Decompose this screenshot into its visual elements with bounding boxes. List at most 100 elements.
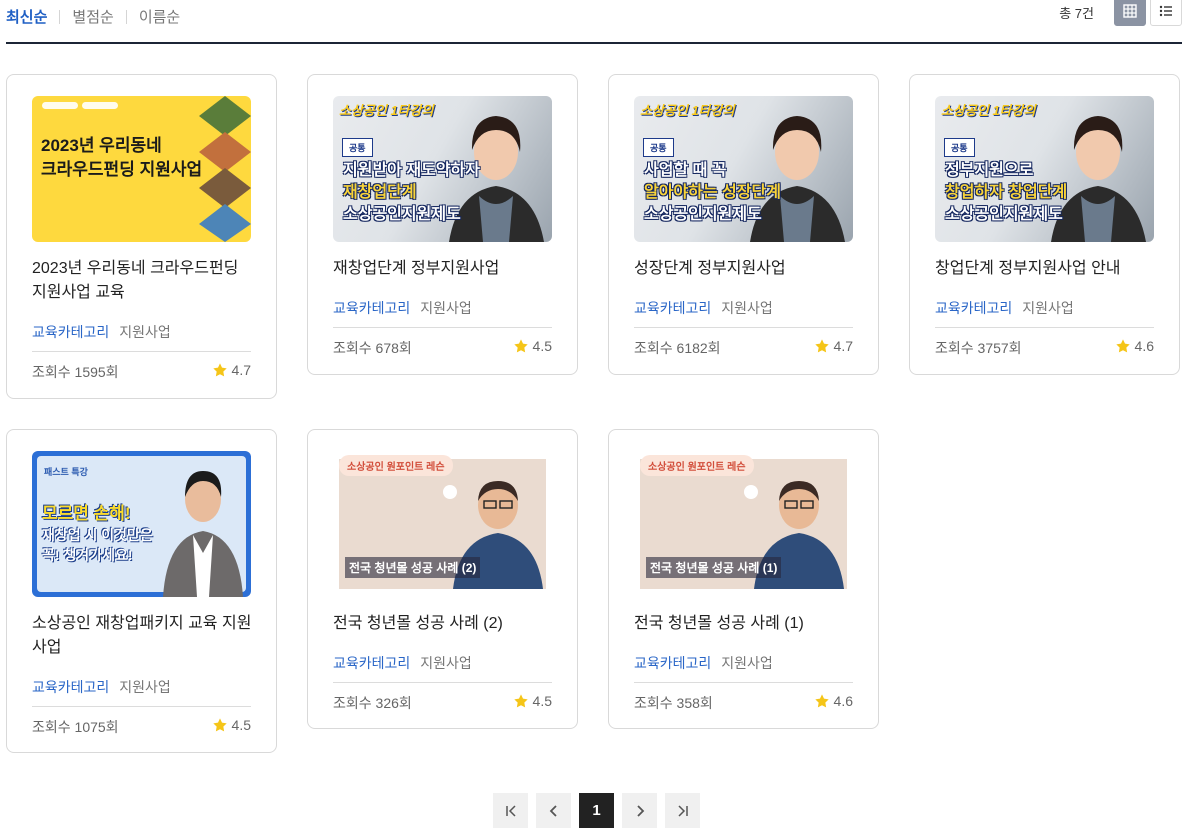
course-thumbnail[interactable]: 2023년 우리동네 크라우드펀딩 지원사업 bbox=[32, 96, 251, 242]
course-category: 교육카테고리 지원사업 bbox=[32, 677, 171, 697]
sort-tab-latest[interactable]: 최신순 bbox=[6, 6, 47, 27]
thumbnail-text: 재창업 시 이것만은 꼭! 챙겨가세요! bbox=[42, 527, 153, 563]
course-title[interactable]: 재창업단계 정부지원사업 bbox=[333, 257, 558, 281]
course-card[interactable]: 소상공인 1타강의 공통 정부지원으로 창업하자 창업단계 소상공인지원제도 창… bbox=[909, 74, 1180, 375]
category-label[interactable]: 교육카테고리 bbox=[333, 298, 410, 318]
thumbnail-brand: 소상공인 1타강의 bbox=[941, 103, 1036, 118]
course-category: 교육카테고리 지원사업 bbox=[333, 298, 472, 318]
course-card[interactable]: 소상공인 원포인트 레슨 전국 청년몰 성공 사례 (2) 전국 청년몰 성공 … bbox=[307, 429, 578, 729]
thumbnail-text: 정부지원으로 창업하자 창업단계 소상공인지원제도 bbox=[945, 162, 1068, 223]
course-title[interactable]: 창업단계 정부지원사업 안내 bbox=[935, 257, 1160, 281]
thumbnail-headline: 모르면 손해! bbox=[42, 504, 131, 523]
subcategory-label: 지원사업 bbox=[721, 655, 773, 671]
rating-value: 4.5 bbox=[231, 717, 251, 733]
last-page-icon bbox=[677, 804, 688, 817]
divider bbox=[333, 682, 552, 683]
view-count: 조회수 3757회 bbox=[935, 340, 1022, 356]
divider bbox=[634, 682, 853, 683]
list-toolbar: 최신순 별점순 이름순 총 7건 bbox=[6, 0, 1182, 44]
thumbnail-text: 지원받아 재도약하자 재창업단계 소상공인지원제도 bbox=[343, 162, 480, 223]
list-view-icon bbox=[1159, 5, 1172, 17]
divider bbox=[32, 351, 251, 352]
thumbnail-text: 2023년 우리동네 크라우드펀딩 지원사업 bbox=[41, 136, 203, 179]
course-title[interactable]: 성장단계 정부지원사업 bbox=[634, 257, 859, 281]
star-icon bbox=[513, 339, 528, 353]
course-card[interactable]: 패스트 특강 모르면 손해! 재창업 시 이것만은 꼭! 챙겨가세요! 소상공인… bbox=[6, 429, 277, 753]
star-icon bbox=[212, 363, 227, 377]
star-icon bbox=[212, 718, 227, 732]
course-card[interactable]: 2023년 우리동네 크라우드펀딩 지원사업 2023년 우리동네 크라우드펀딩… bbox=[6, 74, 277, 399]
sort-tab-rating[interactable]: 별점순 bbox=[72, 6, 113, 27]
rating-value: 4.5 bbox=[532, 693, 552, 709]
course-card[interactable]: 소상공인 원포인트 레슨 전국 청년몰 성공 사례 (1) 전국 청년몰 성공 … bbox=[608, 429, 879, 729]
thumbnail-brand: 소상공인 1타강의 bbox=[339, 103, 434, 118]
course-category: 교육카테고리 지원사업 bbox=[634, 298, 773, 318]
next-page-button[interactable] bbox=[622, 793, 657, 828]
rating-value: 4.6 bbox=[1134, 338, 1154, 354]
divider bbox=[125, 9, 127, 24]
list-view-button[interactable] bbox=[1150, 0, 1182, 26]
course-thumbnail[interactable]: 소상공인 원포인트 레슨 전국 청년몰 성공 사례 (1) bbox=[634, 451, 853, 597]
view-count: 조회수 1595회 bbox=[32, 364, 119, 380]
course-thumbnail[interactable]: 소상공인 1타강의 공통 정부지원으로 창업하자 창업단계 소상공인지원제도 bbox=[935, 96, 1154, 242]
course-card[interactable]: 소상공인 1타강의 공통 지원받아 재도약하자 재창업단계 소상공인지원제도 재… bbox=[307, 74, 578, 375]
rating: 4.7 bbox=[814, 338, 853, 354]
rating-value: 4.5 bbox=[532, 338, 552, 354]
pagination: 1 bbox=[493, 793, 700, 828]
category-label[interactable]: 교육카테고리 bbox=[634, 298, 711, 318]
divider bbox=[32, 706, 251, 707]
divider bbox=[59, 9, 61, 24]
category-label[interactable]: 교육카테고리 bbox=[634, 653, 711, 673]
view-count: 조회수 1075회 bbox=[32, 719, 119, 735]
collage-graphic bbox=[199, 96, 251, 242]
subcategory-label: 지원사업 bbox=[721, 300, 773, 316]
star-icon bbox=[814, 694, 829, 708]
thumbnail-text: 사업할 때 꼭 알아야하는 성장단계 소상공인지원제도 bbox=[644, 162, 781, 223]
last-page-button[interactable] bbox=[665, 793, 700, 828]
grid-view-icon bbox=[1123, 4, 1137, 18]
sponsor-logos bbox=[42, 102, 118, 109]
thumbnail-tag: 공통 bbox=[342, 138, 373, 157]
rating-value: 4.7 bbox=[231, 362, 251, 378]
star-icon bbox=[814, 339, 829, 353]
rating: 4.7 bbox=[212, 362, 251, 378]
prev-page-icon bbox=[549, 804, 557, 817]
sort-tabs: 최신순 별점순 이름순 bbox=[6, 6, 180, 27]
course-title[interactable]: 전국 청년몰 성공 사례 (2) bbox=[333, 612, 558, 636]
first-page-icon bbox=[505, 804, 516, 817]
course-card[interactable]: 소상공인 1타강의 공통 사업할 때 꼭 알아야하는 성장단계 소상공인지원제도… bbox=[608, 74, 879, 375]
category-label[interactable]: 교육카테고리 bbox=[333, 653, 410, 673]
divider bbox=[935, 327, 1154, 328]
grid-view-button[interactable] bbox=[1114, 0, 1146, 26]
rating: 4.6 bbox=[1115, 338, 1154, 354]
rating: 4.5 bbox=[513, 338, 552, 354]
category-label[interactable]: 교육카테고리 bbox=[935, 298, 1012, 318]
course-title[interactable]: 2023년 우리동네 크라우드펀딩 지원사업 교육 bbox=[32, 257, 257, 305]
thumbnail-text: 전국 청년몰 성공 사례 (1) bbox=[646, 557, 782, 578]
course-thumbnail[interactable]: 소상공인 원포인트 레슨 전국 청년몰 성공 사례 (2) bbox=[333, 451, 552, 597]
thumbnail-brand: 패스트 특강 bbox=[44, 467, 88, 477]
rating-value: 4.7 bbox=[833, 338, 853, 354]
course-category: 교육카테고리 지원사업 bbox=[32, 322, 171, 342]
rating-value: 4.6 bbox=[833, 693, 853, 709]
subcategory-label: 지원사업 bbox=[1022, 300, 1074, 316]
star-icon bbox=[1115, 339, 1130, 353]
divider bbox=[634, 327, 853, 328]
thumbnail-text: 전국 청년몰 성공 사례 (2) bbox=[345, 557, 481, 578]
course-title[interactable]: 전국 청년몰 성공 사례 (1) bbox=[634, 612, 859, 636]
star-icon bbox=[513, 694, 528, 708]
course-title[interactable]: 소상공인 재창업패키지 교육 지원사업 bbox=[32, 612, 257, 660]
page-number[interactable]: 1 bbox=[579, 793, 614, 828]
subcategory-label: 지원사업 bbox=[119, 324, 171, 340]
course-thumbnail[interactable]: 패스트 특강 모르면 손해! 재창업 시 이것만은 꼭! 챙겨가세요! bbox=[32, 451, 251, 597]
course-thumbnail[interactable]: 소상공인 1타강의 공통 지원받아 재도약하자 재창업단계 소상공인지원제도 bbox=[333, 96, 552, 242]
view-count: 조회수 358회 bbox=[634, 695, 713, 711]
next-page-icon bbox=[636, 804, 644, 817]
sort-tab-name[interactable]: 이름순 bbox=[139, 6, 180, 27]
view-count: 조회수 678회 bbox=[333, 340, 412, 356]
first-page-button[interactable] bbox=[493, 793, 528, 828]
category-label[interactable]: 교육카테고리 bbox=[32, 677, 109, 697]
category-label[interactable]: 교육카테고리 bbox=[32, 322, 109, 342]
prev-page-button[interactable] bbox=[536, 793, 571, 828]
course-thumbnail[interactable]: 소상공인 1타강의 공통 사업할 때 꼭 알아야하는 성장단계 소상공인지원제도 bbox=[634, 96, 853, 242]
